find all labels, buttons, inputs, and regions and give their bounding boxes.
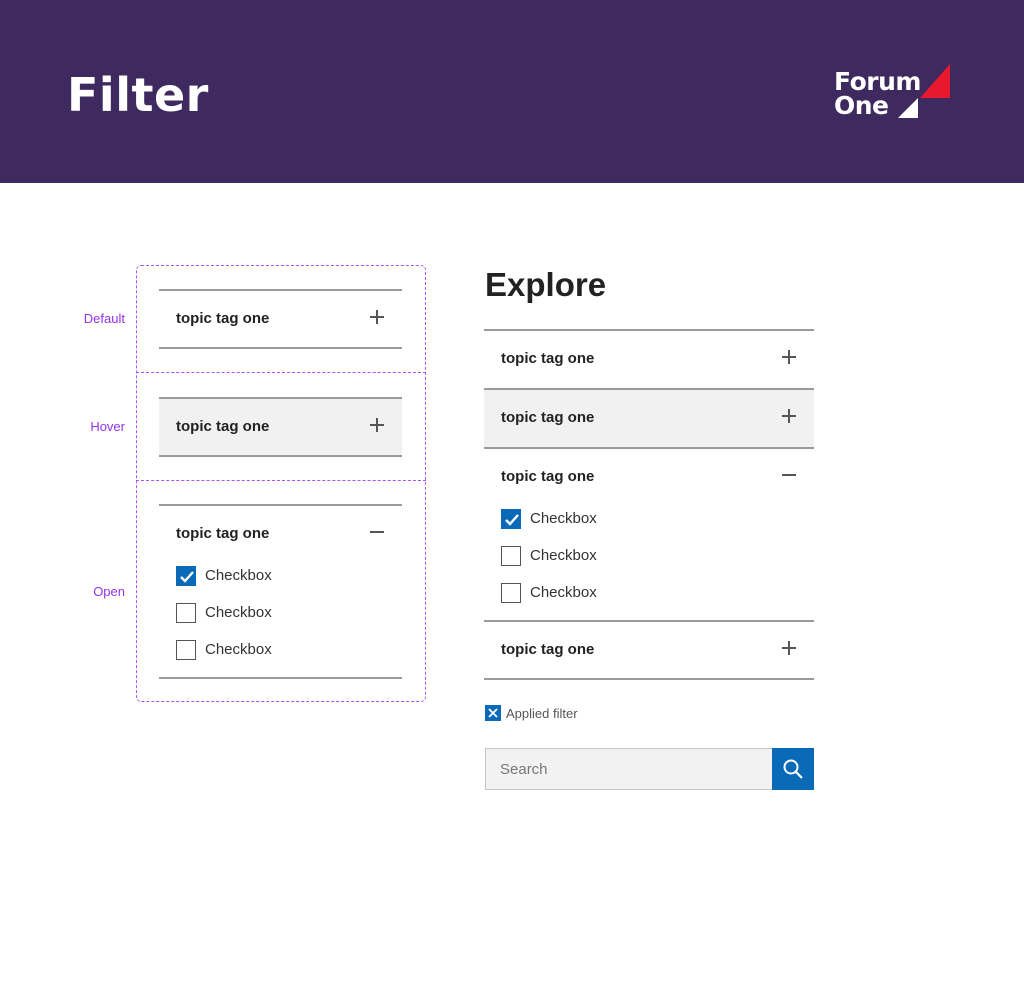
checkbox-unchecked[interactable] xyxy=(501,583,521,603)
checkbox-label: Checkbox xyxy=(530,584,597,601)
state-divider xyxy=(136,480,426,481)
explore-accordion-4[interactable]: topic tag one xyxy=(484,620,814,680)
accordion-hover[interactable]: topic tag one xyxy=(159,397,402,457)
check-icon xyxy=(180,571,194,583)
checkbox-label: Checkbox xyxy=(205,641,272,658)
remove-filter-button[interactable] xyxy=(485,705,501,721)
checkbox-label: Checkbox xyxy=(205,567,272,584)
accordion-title: topic tag one xyxy=(501,468,595,485)
state-label-open: Open xyxy=(93,584,125,599)
search-icon xyxy=(783,759,803,779)
state-label-hover: Hover xyxy=(90,419,125,434)
plus-icon[interactable] xyxy=(782,641,796,655)
checkbox-unchecked[interactable] xyxy=(176,640,196,660)
plus-icon[interactable] xyxy=(782,409,796,423)
accordion-header[interactable]: topic tag one xyxy=(159,506,402,562)
checkbox-unchecked[interactable] xyxy=(176,603,196,623)
check-icon xyxy=(505,514,519,526)
checkbox-label: Checkbox xyxy=(530,547,597,564)
forum-one-logo[interactable]: Forum One xyxy=(834,64,954,120)
explore-accordion-2[interactable]: topic tag one xyxy=(484,388,814,449)
accordion-default[interactable]: topic tag one xyxy=(159,289,402,349)
accordion-title: topic tag one xyxy=(501,641,595,658)
plus-icon[interactable] xyxy=(370,310,384,324)
minus-icon[interactable] xyxy=(782,468,796,482)
accordion-title: topic tag one xyxy=(176,525,270,542)
accordion-header[interactable]: topic tag one xyxy=(484,390,814,446)
explore-accordion-1[interactable]: topic tag one xyxy=(484,329,814,390)
checkbox-checked[interactable] xyxy=(501,509,521,529)
accordion-header[interactable]: topic tag one xyxy=(484,449,814,505)
state-label-default: Default xyxy=(83,311,125,326)
accordion-title: topic tag one xyxy=(176,310,270,327)
accordion-header[interactable]: topic tag one xyxy=(484,331,814,387)
page-title: Filter xyxy=(67,68,209,122)
explore-heading: Explore xyxy=(485,266,607,303)
checkbox-label: Checkbox xyxy=(205,604,272,621)
accordion-header[interactable]: topic tag one xyxy=(159,399,402,455)
plus-icon[interactable] xyxy=(782,350,796,364)
accordion-header[interactable]: topic tag one xyxy=(484,622,814,678)
minus-icon[interactable] xyxy=(370,525,384,539)
plus-icon[interactable] xyxy=(370,418,384,432)
checkbox-label: Checkbox xyxy=(530,510,597,527)
logo-text-line2: One xyxy=(834,91,889,120)
accordion-title: topic tag one xyxy=(176,418,270,435)
accordion-title: topic tag one xyxy=(501,409,595,426)
search-input[interactable] xyxy=(485,748,773,790)
checkbox-unchecked[interactable] xyxy=(501,546,521,566)
accordion-open[interactable]: topic tag one Checkbox Checkbox Checkbox xyxy=(159,504,402,679)
search-button[interactable] xyxy=(772,748,814,790)
checkbox-checked[interactable] xyxy=(176,566,196,586)
close-icon xyxy=(488,708,498,718)
state-divider xyxy=(136,372,426,373)
page-header: Filter Forum One xyxy=(0,0,1024,183)
applied-filter-label: Applied filter xyxy=(506,706,578,721)
accordion-header[interactable]: topic tag one xyxy=(159,291,402,347)
accordion-title: topic tag one xyxy=(501,350,595,367)
explore-accordion-3[interactable]: topic tag one Checkbox Checkbox Checkbox xyxy=(484,447,814,622)
logo-mark-icon xyxy=(898,64,950,118)
